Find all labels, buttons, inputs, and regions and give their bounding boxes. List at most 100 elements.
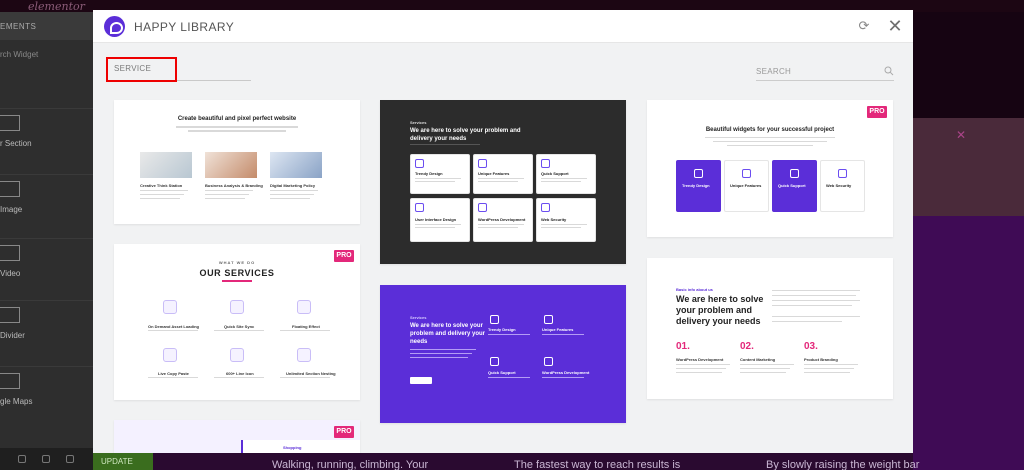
text-line bbox=[205, 198, 245, 199]
widget-video[interactable]: Video bbox=[0, 238, 93, 296]
template-card[interactable]: Services We are here to solve your probl… bbox=[380, 100, 626, 264]
template-title: delivery your needs bbox=[410, 136, 467, 142]
item-title: Floating Effect bbox=[292, 324, 320, 329]
template-title: We are here to solve your problem and bbox=[410, 128, 521, 134]
text-line bbox=[415, 227, 455, 228]
canvas-purple-section bbox=[913, 216, 1024, 470]
sync-icon[interactable]: ⟳ bbox=[857, 19, 871, 33]
text-line bbox=[410, 144, 480, 145]
service-icon bbox=[163, 348, 177, 362]
template-title: problem and delivery your bbox=[410, 331, 486, 337]
feature-icon bbox=[838, 169, 847, 178]
service-icon bbox=[490, 357, 499, 366]
step-title: Content Marketing bbox=[740, 357, 776, 362]
text-line bbox=[488, 377, 530, 378]
canvas-section bbox=[913, 118, 1024, 216]
pro-badge: PRO bbox=[867, 106, 887, 118]
template-title: We are here to solve bbox=[676, 294, 764, 304]
text-line bbox=[140, 194, 184, 195]
divider-icon bbox=[0, 307, 20, 323]
panel-footer bbox=[0, 448, 93, 470]
template-title: delivery your needs bbox=[676, 316, 761, 326]
tile-label: User Interface Design bbox=[415, 217, 457, 222]
text-line bbox=[478, 224, 524, 225]
template-photo bbox=[140, 152, 192, 178]
modal-header: HAPPY LIBRARY ⟳ ✕ bbox=[93, 10, 913, 43]
text-line bbox=[140, 198, 180, 199]
cta-button bbox=[410, 377, 432, 384]
canvas-text: The fastest way to reach results is bbox=[514, 459, 681, 470]
widget-label: gle Maps bbox=[0, 397, 33, 406]
text-line bbox=[280, 377, 330, 378]
widget-divider[interactable]: Divider bbox=[0, 300, 93, 358]
text-line bbox=[148, 377, 198, 378]
text-line bbox=[205, 190, 253, 191]
close-icon[interactable]: ✕ bbox=[887, 17, 903, 35]
template-photo bbox=[270, 152, 322, 178]
text-line bbox=[488, 334, 530, 335]
text-line bbox=[176, 126, 298, 128]
template-card[interactable]: PRO Beautiful widgets for your successfu… bbox=[647, 100, 893, 237]
text-line bbox=[270, 198, 310, 199]
tile-label: Quick Support bbox=[778, 183, 806, 188]
search-input[interactable]: SEARCH bbox=[756, 65, 894, 81]
responsive-icon[interactable] bbox=[42, 455, 50, 463]
search-placeholder: SEARCH bbox=[756, 67, 792, 76]
tile-label: Web Security bbox=[826, 183, 852, 188]
text-line bbox=[214, 330, 264, 331]
widget-inner-section[interactable]: r Section bbox=[0, 108, 93, 166]
eye-icon[interactable] bbox=[66, 455, 74, 463]
template-card[interactable]: PRO WHAT WE DO OUR SERVICES On Demand As… bbox=[114, 244, 360, 400]
template-title: your problem and bbox=[676, 305, 753, 315]
template-title: Beautiful widgets for your successful pr… bbox=[705, 127, 835, 133]
widget-image[interactable]: Image bbox=[0, 174, 93, 232]
text-line bbox=[478, 181, 518, 182]
text-line bbox=[415, 181, 455, 182]
text-line bbox=[740, 364, 794, 365]
settings-icon[interactable] bbox=[18, 455, 26, 463]
text-line bbox=[140, 190, 188, 191]
service-tile: Quick Support bbox=[536, 154, 596, 194]
feature-icon bbox=[742, 169, 751, 178]
widget-google-maps[interactable]: gle Maps bbox=[0, 366, 93, 424]
canvas-text: Walking, running, climbing. Your bbox=[272, 459, 429, 470]
update-button[interactable]: UPDATE bbox=[93, 452, 153, 470]
panel-search-input[interactable]: rch Widget bbox=[0, 50, 93, 59]
step-title: WordPress Development bbox=[676, 357, 724, 362]
service-icon bbox=[230, 348, 244, 362]
text-line bbox=[772, 321, 842, 322]
close-icon: ✕ bbox=[956, 128, 967, 142]
template-card[interactable]: Create beautiful and pixel perfect websi… bbox=[114, 100, 360, 224]
tile-label: WordPress Development bbox=[542, 370, 590, 375]
text-line bbox=[772, 290, 860, 291]
service-icon bbox=[297, 300, 311, 314]
panel-header: EMENTS bbox=[0, 12, 93, 40]
widget-label: Image bbox=[0, 205, 23, 214]
text-line bbox=[541, 227, 581, 228]
text-line bbox=[772, 300, 860, 301]
service-tile: Web Security bbox=[536, 198, 596, 242]
service-icon bbox=[478, 159, 487, 168]
template-card[interactable]: PRO Shopping bbox=[114, 420, 360, 453]
text-line bbox=[804, 368, 854, 369]
modal-title: HAPPY LIBRARY bbox=[134, 20, 235, 34]
template-eyebrow: WHAT WE DO bbox=[218, 260, 256, 265]
template-card[interactable]: Services We are here to solve your probl… bbox=[380, 285, 626, 423]
tile-label: Trendy Design bbox=[488, 327, 516, 332]
text-line bbox=[772, 295, 856, 296]
text-line bbox=[542, 334, 584, 335]
feature-tile: Trendy Design bbox=[676, 160, 721, 212]
service-tile: User Interface Design bbox=[410, 198, 470, 242]
service-icon bbox=[490, 315, 499, 324]
template-card[interactable]: Basic info about us We are here to solve… bbox=[647, 258, 893, 399]
tile-label: Quick Support bbox=[488, 370, 516, 375]
filter-value: SERVICE bbox=[114, 64, 152, 73]
text-line bbox=[804, 372, 850, 373]
text-line bbox=[772, 316, 860, 317]
text-line bbox=[705, 137, 835, 138]
item-title: On Demand Asset Loading bbox=[148, 324, 199, 329]
category-filter[interactable]: SERVICE bbox=[106, 57, 251, 82]
text-line bbox=[478, 178, 524, 179]
tile-label: Trendy Design bbox=[415, 171, 443, 176]
widget-label: Video bbox=[0, 269, 21, 278]
